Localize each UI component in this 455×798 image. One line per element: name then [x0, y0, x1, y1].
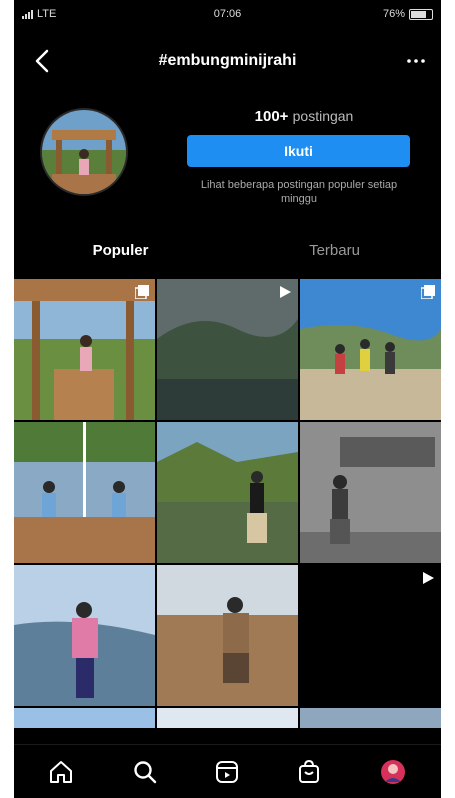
hashtag-title: #embungminijrahi: [158, 52, 297, 69]
tab-terbaru[interactable]: Terbaru: [228, 242, 441, 259]
popular-hint: Lihat beberapa postingan populer setiap …: [200, 179, 398, 206]
battery-percent: 76%: [382, 8, 405, 20]
tab-populer[interactable]: Populer: [14, 242, 227, 259]
status-bar: LTE 07:06 76%: [14, 0, 441, 30]
video-icon: [278, 285, 292, 304]
chevron-left-icon[interactable]: [28, 46, 58, 76]
hashtag-avatar: [40, 108, 128, 196]
battery-icon: [409, 8, 433, 20]
grid-post[interactable]: [14, 565, 155, 706]
video-icon: [421, 571, 435, 590]
grid-post[interactable]: [157, 279, 298, 420]
shop-icon[interactable]: [292, 755, 326, 789]
post-count-label: postingan: [292, 108, 354, 124]
grid-post[interactable]: [14, 422, 155, 563]
post-count: 100+ postingan: [184, 108, 424, 125]
search-icon[interactable]: [128, 755, 162, 789]
grid-post[interactable]: [157, 565, 298, 706]
home-icon[interactable]: [44, 755, 78, 789]
carousel-icon: [134, 285, 149, 304]
grid-post[interactable]: [300, 422, 441, 563]
bottom-nav: [14, 744, 441, 798]
carousel-icon: [420, 285, 435, 304]
grid-post-partial[interactable]: [300, 708, 441, 728]
post-count-value: 100+: [254, 108, 289, 125]
grid-post[interactable]: [14, 279, 155, 420]
status-time: 07:06: [213, 8, 242, 20]
grid-post[interactable]: [300, 279, 441, 420]
app-screen: LTE 07:06 76% #embungminijrahi 100+ post…: [14, 0, 441, 798]
follow-button[interactable]: Ikuti: [187, 135, 410, 167]
profile-avatar-icon[interactable]: [376, 755, 410, 789]
header: #embungminijrahi: [14, 40, 441, 84]
grid-post-partial[interactable]: [157, 708, 298, 728]
status-right: 76%: [383, 8, 433, 20]
avatar-image: [42, 110, 126, 194]
more-horizontal-icon[interactable]: [401, 46, 431, 76]
reels-icon[interactable]: [210, 755, 244, 789]
grid-post[interactable]: [157, 422, 298, 563]
grid-post-partial[interactable]: [14, 708, 155, 728]
feed-tabs: Populer Terbaru: [14, 230, 441, 276]
grid-post[interactable]: [300, 565, 441, 706]
